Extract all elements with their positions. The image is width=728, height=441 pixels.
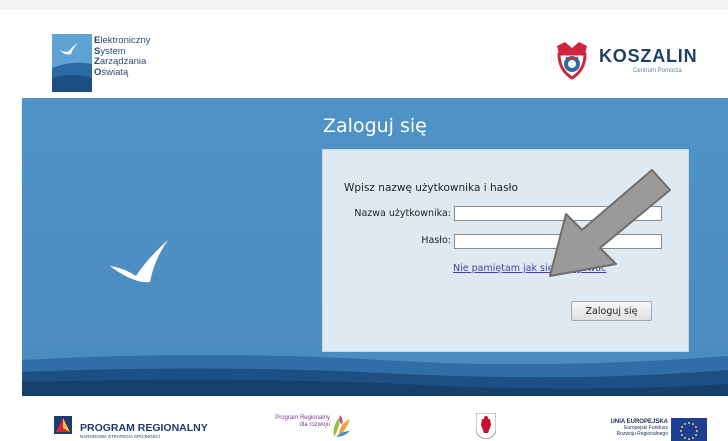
- password-input[interactable]: [454, 234, 662, 249]
- footer-logos: PROGRAM REGIONALNY NARODOWA STRATEGIA SP…: [0, 398, 728, 441]
- prdr-text: Program Regionalny dla rozwoju: [275, 415, 330, 428]
- eu-line-2: Rozwoju Regionalnego: [616, 431, 668, 437]
- login-panel: Wpisz nazwę użytkownika i hasło Nazwa uż…: [322, 149, 689, 352]
- forgot-password-link[interactable]: Nie pamiętam jak się zalogować: [453, 263, 606, 274]
- koszalin-name: KOSZALIN: [599, 46, 698, 66]
- username-input[interactable]: [454, 206, 662, 221]
- login-title: Zaloguj się: [323, 115, 427, 137]
- program-regionalny-title: PROGRAM REGIONALNY: [80, 422, 208, 434]
- esz-logo: Elektroniczny System Zarządzania Oświatą: [52, 34, 182, 92]
- esz-logo-icon: [52, 34, 92, 92]
- top-bar: [0, 0, 728, 10]
- login-button[interactable]: Zaloguj się: [571, 301, 652, 321]
- koszalin-subtitle: Centrum Pomorza: [633, 68, 682, 74]
- username-label: Nazwa użytkownika:: [354, 208, 451, 219]
- esz-rest: światą: [101, 66, 129, 78]
- esz-line-4: Oświatą: [94, 66, 151, 79]
- prdr-leaf-icon: [333, 415, 350, 437]
- login-banner: Zaloguj się Wpisz nazwę użytkownika i ha…: [22, 98, 728, 396]
- coat-of-arms-icon: [476, 413, 496, 439]
- program-regionalny-icon: [54, 416, 72, 434]
- esz-rest: lektroniczny: [100, 35, 151, 46]
- bird-icon: [110, 240, 168, 283]
- esz-rest: ystem: [100, 45, 126, 57]
- login-prompt: Wpisz nazwę użytkownika i hasło: [344, 182, 518, 194]
- program-regionalny-subtitle: NARODOWA STRATEGIA SPÓJNOŚCI: [80, 434, 161, 439]
- esz-logo-text: Elektroniczny System Zarządzania Oświatą: [94, 35, 151, 79]
- koszalin-logo: KOSZALIN Centrum Pomorza: [553, 40, 713, 80]
- password-label: Hasło:: [421, 235, 451, 246]
- koszalin-crest-icon: [557, 42, 587, 80]
- eu-text: UNIA EUROPEJSKA Europejski Fundusz Rozwo…: [588, 419, 668, 437]
- esz-rest: arządzania: [99, 56, 147, 67]
- eu-flag-icon: [671, 418, 707, 441]
- login-page: Elektroniczny System Zarządzania Oświatą…: [0, 0, 728, 441]
